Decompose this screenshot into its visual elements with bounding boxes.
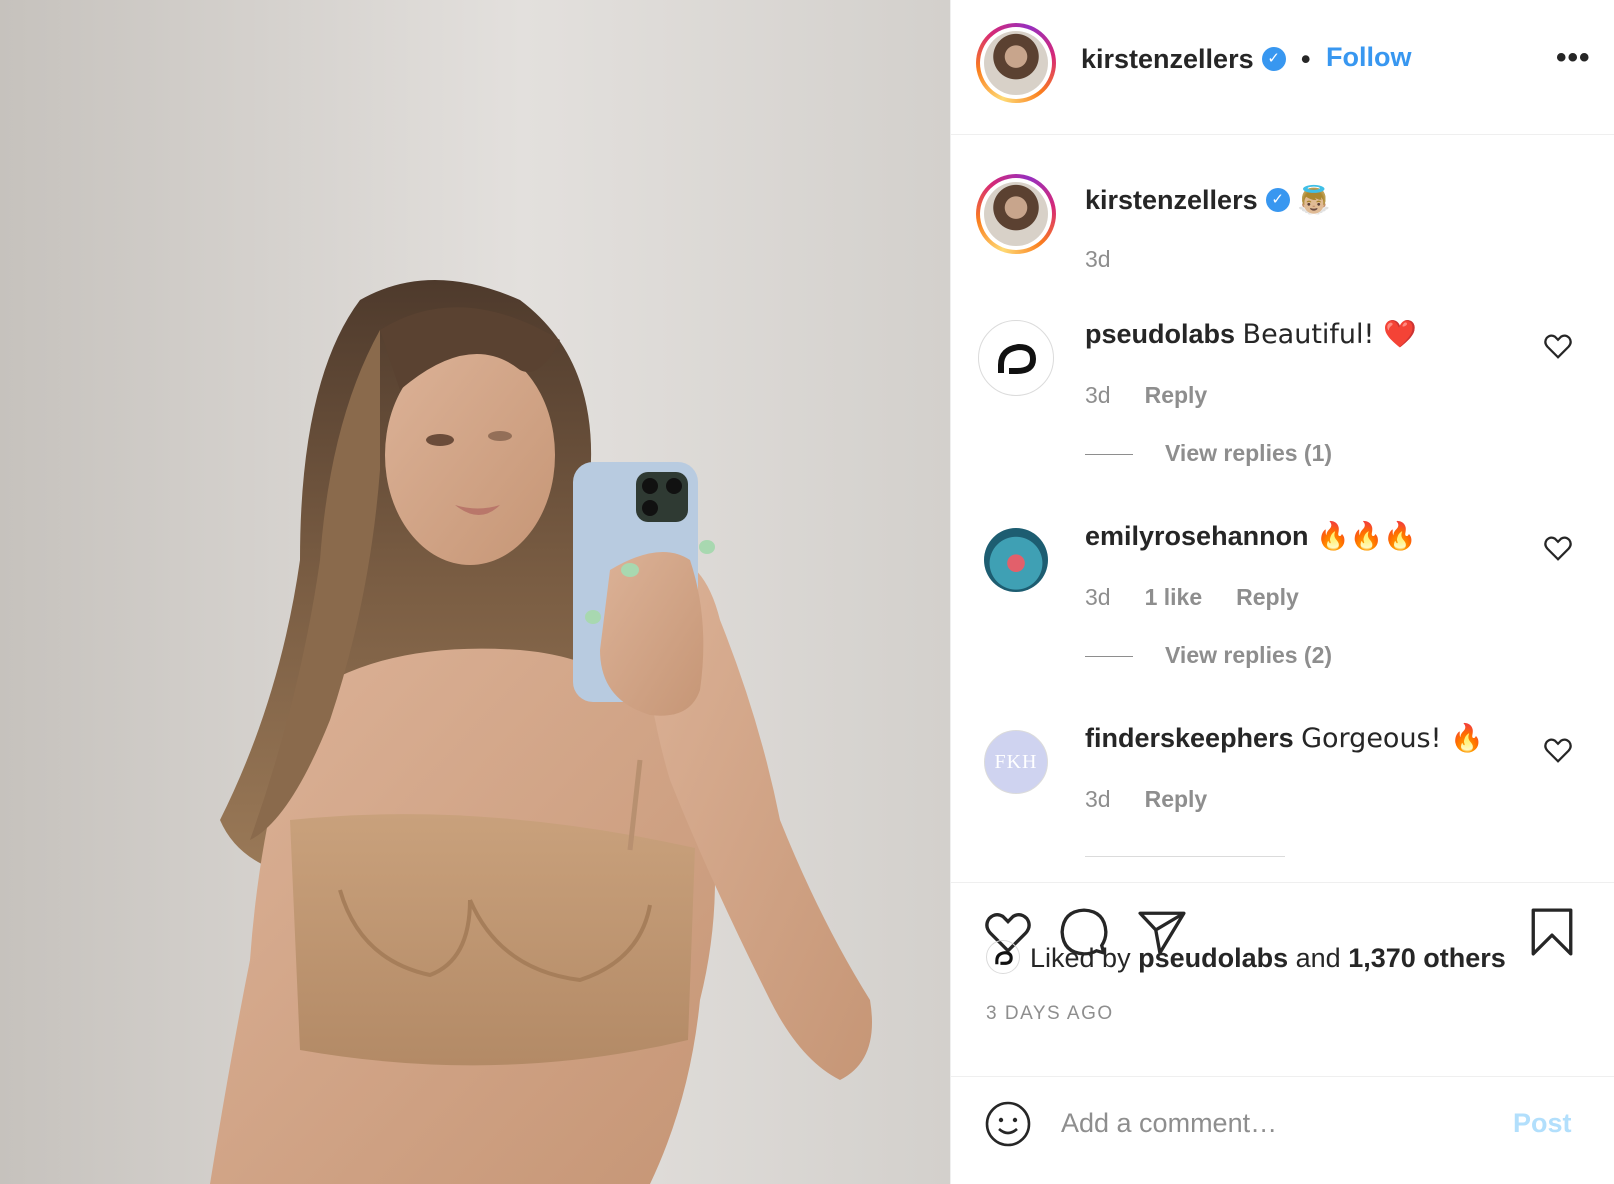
comments-list[interactable]: kirstenzellers ✓ 👼🏼 3d pseudolabs Beautif… [951, 136, 1614, 881]
comment-line: finderskeephers Gorgeous! 🔥 [1085, 722, 1484, 754]
view-replies-label[interactable]: View replies (1) [1165, 440, 1332, 466]
comment-age[interactable]: 3d [1085, 786, 1111, 812]
emoji-smile-icon[interactable] [984, 1100, 1032, 1148]
liked-by-avatar[interactable] [986, 940, 1020, 974]
comment-line: emilyrosehannon 🔥🔥🔥 [1085, 520, 1417, 552]
comment-text: Gorgeous! 🔥 [1301, 723, 1484, 754]
post-photo-illustration [0, 0, 950, 1184]
comment-age[interactable]: 3d [1085, 584, 1111, 610]
caption-username[interactable]: kirstenzellers [1085, 185, 1258, 215]
comment-text: 🔥🔥🔥 [1316, 521, 1417, 552]
liked-by-others[interactable]: 1,370 others [1348, 943, 1506, 973]
author-avatar[interactable] [976, 23, 1056, 103]
reply-button[interactable]: Reply [1236, 584, 1299, 610]
reply-button[interactable]: Reply [1145, 786, 1208, 812]
more-options-icon[interactable]: ••• [1556, 43, 1591, 73]
author-username[interactable]: kirstenzellers ✓ [1081, 44, 1286, 75]
verified-badge-icon: ✓ [1265, 187, 1290, 212]
post-timestamp[interactable]: 3 DAYS AGO [986, 1003, 1114, 1025]
add-comment-bar: Post [951, 1078, 1614, 1184]
post-photo[interactable] [0, 0, 950, 1184]
caption-avatar[interactable] [976, 174, 1056, 254]
caption-age[interactable]: 3d [1085, 246, 1111, 272]
emilyrosehannon-avatar[interactable] [984, 528, 1048, 592]
comment-text: Beautiful! ❤️ [1242, 319, 1417, 350]
pseudolabs-avatar[interactable] [978, 320, 1054, 396]
finderskeephers-avatar-text: FKH [994, 751, 1038, 773]
post-actions: Liked by pseudolabs and 1,370 others 3 D… [951, 882, 1614, 1077]
reply-button[interactable]: Reply [1145, 382, 1208, 408]
liked-by-and: and [1295, 943, 1341, 974]
comment-meta: 3d 1 like Reply [1085, 584, 1333, 611]
comment-like-count[interactable]: 1 like [1145, 584, 1203, 610]
post-sidebar: kirstenzellers ✓ • Follow ••• kirstenzell… [950, 0, 1614, 1184]
header-separator: • [1301, 44, 1311, 74]
finderskeephers-avatar[interactable]: FKH [984, 730, 1048, 794]
replies-divider [1085, 454, 1133, 456]
comment-username[interactable]: emilyrosehannon [1085, 521, 1309, 551]
post-header: kirstenzellers ✓ • Follow ••• [951, 0, 1614, 135]
caption-line: kirstenzellers ✓ 👼🏼 [1085, 184, 1331, 216]
comment-meta: 3d Reply [1085, 382, 1241, 409]
caption-meta: 3d [1085, 246, 1145, 273]
liked-by-user[interactable]: pseudolabs [1138, 943, 1288, 973]
follow-button[interactable]: Follow [1326, 42, 1411, 73]
view-replies-button[interactable]: View replies (2) [1085, 642, 1332, 669]
pseudolabs-logo-icon [998, 343, 1037, 374]
save-bookmark-icon[interactable] [1529, 907, 1575, 957]
comment-username[interactable]: pseudolabs [1085, 319, 1235, 349]
like-comment-heart-icon[interactable] [1543, 332, 1573, 360]
liked-by-line[interactable]: Liked by pseudolabs and 1,370 others [986, 940, 1506, 977]
comment-meta: 3d Reply [1085, 786, 1241, 813]
comment-input[interactable] [1061, 1098, 1491, 1148]
author-username-text[interactable]: kirstenzellers [1081, 44, 1254, 74]
view-replies-label[interactable]: View replies (2) [1165, 642, 1332, 668]
pseudolabs-logo-icon [995, 951, 1013, 965]
comment-line: pseudolabs Beautiful! ❤️ [1085, 318, 1417, 350]
caption-text: 👼🏼 [1297, 185, 1331, 216]
comment-username[interactable]: finderskeephers [1085, 723, 1294, 753]
like-comment-heart-icon[interactable] [1543, 534, 1573, 562]
view-replies-button[interactable]: View replies (1) [1085, 440, 1332, 467]
post-comment-button[interactable]: Post [1513, 1108, 1572, 1139]
liked-by-prefix: Liked by [1030, 943, 1131, 974]
verified-badge-icon: ✓ [1261, 46, 1286, 71]
like-comment-heart-icon[interactable] [1543, 736, 1573, 764]
clipped-content-edge [1085, 856, 1285, 857]
comment-age[interactable]: 3d [1085, 382, 1111, 408]
replies-divider [1085, 656, 1133, 658]
